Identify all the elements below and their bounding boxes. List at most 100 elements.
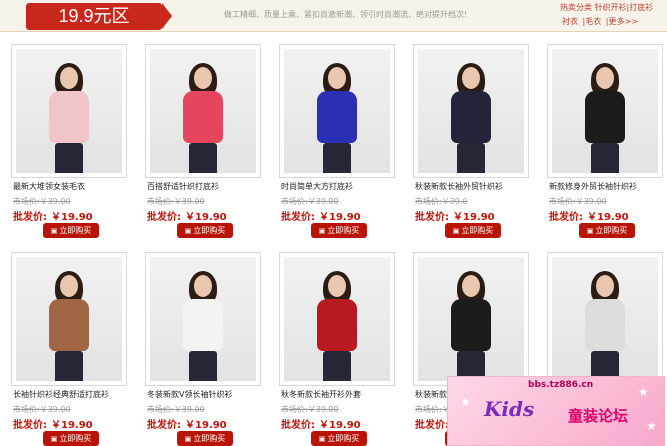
buy-now-label: 立即购买	[327, 226, 360, 235]
wholesale-price-value: ￥19.90	[319, 420, 361, 431]
wholesale-price: 批发价: ￥19.90	[13, 208, 93, 223]
model-figure	[47, 63, 91, 173]
buy-now-button[interactable]: ▣立即购买	[445, 223, 501, 238]
product-photo-frame[interactable]	[413, 44, 529, 178]
wholesale-price: 批发价: ￥19.90	[549, 208, 629, 223]
product-card[interactable]: 冬装新款V领长袖针织衫 市场价:￥39.00 批发价: ￥19.90 ▣ 立即购买	[141, 248, 265, 446]
product-title[interactable]: 最新大堆领女装毛衣	[13, 181, 133, 192]
product-card[interactable]: 时尚简单大方打底衫 市场价:￥39.00 批发价: ￥19.90 ▣ 立即购买	[275, 40, 399, 240]
product-card[interactable]: 最新大堆领女装毛衣 市场价:￥39.00 批发价: ￥19.90 ▣ 立即购买	[7, 40, 131, 240]
wholesale-price: 批发价: ￥19.90	[13, 416, 93, 431]
wholesale-price-label: 批发价:	[415, 420, 449, 431]
hot-link-more[interactable]: |更多>>	[606, 17, 638, 26]
header-slogan: 做工精细、质量上乘、紧扣尚激新潮、领引时尚潮流、绝对提升档次!	[224, 10, 468, 19]
wholesale-price-value: ￥19.90	[51, 212, 93, 223]
wholesale-price: 批发价: ￥19.90	[147, 208, 227, 223]
market-price: 市场价:￥39.00	[549, 196, 607, 207]
market-price: 市场价:￥39.00	[13, 196, 71, 207]
product-photo-frame[interactable]	[547, 44, 663, 178]
product-card[interactable]: 秋装新款长袖外贸针织衫 市场价:￥39.0 批发价: ￥19.90 ▣ 立即购买	[409, 40, 533, 240]
product-photo	[418, 49, 524, 173]
product-photo-frame[interactable]	[279, 44, 395, 178]
cart-icon: ▣	[184, 435, 192, 443]
wholesale-price-label: 批发价:	[549, 212, 583, 223]
model-figure	[181, 271, 225, 381]
product-card[interactable]: 百搭舒适针织打底衫 市场价:￥39.00 批发价: ￥19.90 ▣ 立即购买	[141, 40, 265, 240]
product-card[interactable]: 长袖针织衫经典舒适打底衫 市场价:￥39.00 批发价: ￥19.90 ▣ 立即购买	[7, 248, 131, 446]
product-title[interactable]: 新款修身外贸长袖针织衫	[549, 181, 667, 192]
star-icon: ★	[460, 395, 471, 409]
product-card[interactable]: 新款修身外贸长袖针织衫 市场价:￥39.00 批发价: ￥19.90 ▣ 立即购买	[543, 40, 667, 240]
garment	[585, 91, 625, 143]
wholesale-price-label: 批发价:	[13, 212, 47, 223]
wholesale-price-value: ￥19.90	[453, 212, 495, 223]
buy-now-button[interactable]: ▣立即购买	[43, 223, 99, 238]
product-photo	[150, 49, 256, 173]
wholesale-price: 批发价: ￥19.90	[281, 208, 361, 223]
model-figure	[449, 271, 493, 381]
buy-now-button[interactable]: ▣立即购买	[177, 223, 233, 238]
forum-ad-overlay[interactable]: ★ ★ ★ bbs.tz886.cn Kids 童装论坛	[447, 376, 665, 446]
product-card[interactable]: 秋冬新款长袖开衫外套 市场价:￥39.00 批发价: ￥19.90 ▣ 立即购买	[275, 248, 399, 446]
buy-now-label: 立即购买	[59, 434, 92, 443]
garment	[49, 299, 89, 351]
product-photo-frame[interactable]	[279, 252, 395, 386]
garment	[451, 299, 491, 351]
wholesale-price-label: 批发价:	[281, 212, 315, 223]
product-photo	[418, 257, 524, 381]
product-title[interactable]: 秋冬新款长袖开衫外套	[281, 389, 401, 400]
garment	[49, 91, 89, 143]
wholesale-price-value: ￥19.90	[587, 212, 629, 223]
market-price: 市场价:￥39.00	[281, 404, 339, 415]
wholesale-price: 批发价: ￥19.90	[147, 416, 227, 431]
model-figure	[47, 271, 91, 381]
market-price-label: 市场价:	[415, 405, 442, 414]
buy-now-button[interactable]: ▣立即购买	[579, 223, 635, 238]
market-price: 市场价:￥39.00	[147, 404, 205, 415]
buy-now-label: 立即购买	[193, 434, 226, 443]
product-photo	[552, 49, 658, 173]
product-title[interactable]: 时尚简单大方打底衫	[281, 181, 401, 192]
star-icon: ★	[638, 385, 649, 399]
product-title[interactable]: 百搭舒适针织打底衫	[147, 181, 267, 192]
cart-icon: ▣	[318, 435, 326, 443]
hot-link-sweaters[interactable]: |毛衣	[583, 17, 602, 26]
market-price-label: 市场价:	[147, 197, 174, 206]
hot-category-links: 衬衣 |毛衣 |更多>>	[562, 16, 640, 27]
garment	[317, 91, 357, 143]
hot-link-shirts[interactable]: 衬衣	[562, 17, 578, 26]
buy-now-button[interactable]: ▣立即购买	[311, 431, 367, 446]
model-figure	[583, 63, 627, 173]
buy-now-button[interactable]: ▣立即购买	[43, 431, 99, 446]
product-photo-frame[interactable]	[145, 252, 261, 386]
wholesale-price-value: ￥19.90	[319, 212, 361, 223]
garment	[585, 299, 625, 351]
market-price-label: 市场价:	[147, 405, 174, 414]
product-title[interactable]: 长袖针织衫经典舒适打底衫	[13, 389, 133, 400]
buy-now-label: 立即购买	[327, 434, 360, 443]
product-title[interactable]: 秋装新款长袖外贸针织衫	[415, 181, 535, 192]
product-photo-frame[interactable]	[11, 44, 127, 178]
cart-icon: ▣	[452, 227, 460, 235]
product-photo-frame[interactable]	[11, 252, 127, 386]
product-photo	[16, 257, 122, 381]
market-price: 市场价:￥39.00	[13, 404, 71, 415]
market-price-value: ￥39.0	[441, 197, 468, 206]
wholesale-price-label: 批发价:	[147, 212, 181, 223]
market-price-value: ￥39.00	[39, 405, 71, 414]
wholesale-price-label: 批发价:	[281, 420, 315, 431]
model-figure	[181, 63, 225, 173]
product-photo-frame[interactable]	[547, 252, 663, 386]
buy-now-button[interactable]: ▣立即购买	[177, 431, 233, 446]
buy-now-button[interactable]: ▣立即购买	[311, 223, 367, 238]
product-photo-frame[interactable]	[413, 252, 529, 386]
market-price-label: 市场价:	[415, 197, 442, 206]
product-photo-frame[interactable]	[145, 44, 261, 178]
hot-category-title[interactable]: 热卖分类 针织开衫|打底衫	[560, 2, 653, 13]
wholesale-price-label: 批发价:	[13, 420, 47, 431]
product-photo	[16, 49, 122, 173]
product-title[interactable]: 冬装新款V领长袖针织衫	[147, 389, 267, 400]
page-header: 19.9元区 做工精细、质量上乘、紧扣尚激新潮、领引时尚潮流、绝对提升档次! 热…	[0, 0, 667, 32]
market-price-value: ￥39.00	[307, 405, 339, 414]
star-icon: ★	[646, 419, 657, 433]
